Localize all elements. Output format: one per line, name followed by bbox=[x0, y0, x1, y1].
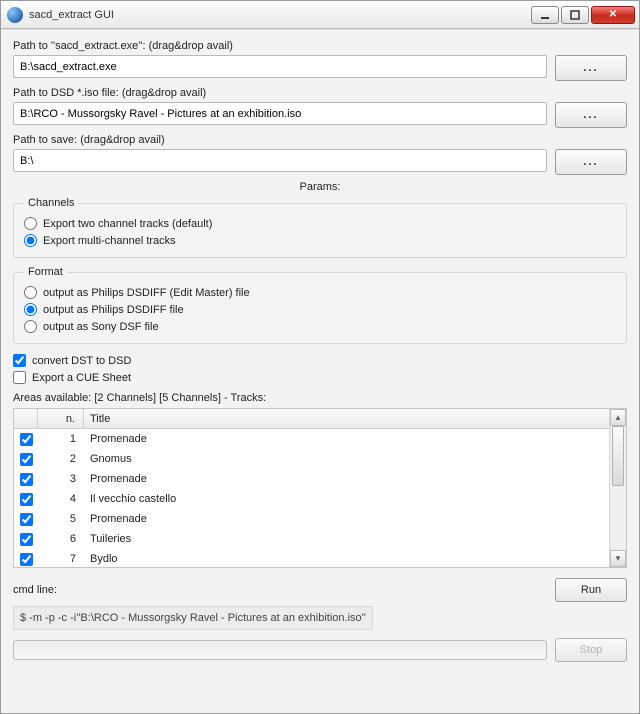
format-dsdiff-edit-row[interactable]: output as Philips DSDIFF (Edit Master) f… bbox=[24, 284, 616, 301]
table-row[interactable]: 7Bydlo bbox=[14, 549, 609, 567]
content: Path to ''sacd_extract.exe'': (drag&drop… bbox=[1, 29, 639, 713]
track-list-header: n. Title bbox=[14, 409, 609, 429]
cue-row[interactable]: Export a CUE Sheet bbox=[13, 369, 627, 386]
channels-multi-row[interactable]: Export multi-channel tracks bbox=[24, 232, 616, 249]
table-row[interactable]: 5Promenade bbox=[14, 509, 609, 529]
format-legend: Format bbox=[24, 266, 67, 278]
close-button[interactable]: ✕ bbox=[591, 6, 635, 24]
table-row[interactable]: 3Promenade bbox=[14, 469, 609, 489]
track-checkbox[interactable] bbox=[20, 553, 33, 566]
format-dsdiff-edit-label: output as Philips DSDIFF (Edit Master) f… bbox=[43, 287, 250, 299]
table-row[interactable]: 2Gnomus bbox=[14, 449, 609, 469]
track-title: Bydlo bbox=[84, 553, 609, 565]
track-title: Gnomus bbox=[84, 453, 609, 465]
format-dsf-label: output as Sony DSF file bbox=[43, 321, 159, 333]
format-dsdiff-radio[interactable] bbox=[24, 303, 37, 316]
scroll-up-button[interactable]: ▴ bbox=[610, 409, 626, 426]
track-checkbox[interactable] bbox=[20, 513, 33, 526]
exe-path-label: Path to ''sacd_extract.exe'': (drag&drop… bbox=[13, 40, 627, 52]
cmd-line-value: $ -m -p -c -i''B:\RCO - Mussorgsky Ravel… bbox=[13, 606, 373, 630]
track-list: n. Title 1Promenade2Gnomus3Promenade4Il … bbox=[13, 408, 627, 568]
format-dsdiff-row[interactable]: output as Philips DSDIFF file bbox=[24, 301, 616, 318]
track-number: 5 bbox=[38, 513, 84, 525]
track-checkbox[interactable] bbox=[20, 473, 33, 486]
save-path-label: Path to save: (drag&drop avail) bbox=[13, 134, 627, 146]
track-title: Tuileries bbox=[84, 533, 609, 545]
track-title: Promenade bbox=[84, 433, 609, 445]
format-group: Format output as Philips DSDIFF (Edit Ma… bbox=[13, 266, 627, 344]
areas-label: Areas available: [2 Channels] [5 Channel… bbox=[13, 392, 627, 404]
iso-path-input[interactable] bbox=[13, 102, 547, 125]
track-title: Il vecchio castello bbox=[84, 493, 609, 505]
progress-bar bbox=[13, 640, 547, 660]
channels-two-row[interactable]: Export two channel tracks (default) bbox=[24, 215, 616, 232]
col-n-header[interactable]: n. bbox=[38, 409, 84, 428]
channels-two-label: Export two channel tracks (default) bbox=[43, 218, 212, 230]
format-dsdiff-label: output as Philips DSDIFF file bbox=[43, 304, 184, 316]
scroll-down-button[interactable]: ▾ bbox=[610, 550, 626, 567]
channels-group: Channels Export two channel tracks (defa… bbox=[13, 197, 627, 258]
track-list-scrollbar[interactable]: ▴ ▾ bbox=[609, 409, 626, 567]
cue-label: Export a CUE Sheet bbox=[32, 372, 131, 384]
track-number: 7 bbox=[38, 553, 84, 565]
iso-path-label: Path to DSD *.iso file: (drag&drop avail… bbox=[13, 87, 627, 99]
format-dsf-radio[interactable] bbox=[24, 320, 37, 333]
format-dsf-row[interactable]: output as Sony DSF file bbox=[24, 318, 616, 335]
dst-to-dsd-row[interactable]: convert DST to DSD bbox=[13, 352, 627, 369]
params-header: Params: bbox=[13, 181, 627, 193]
dst-to-dsd-label: convert DST to DSD bbox=[32, 355, 131, 367]
dst-to-dsd-checkbox[interactable] bbox=[13, 354, 26, 367]
minimize-button[interactable] bbox=[531, 6, 559, 24]
track-number: 3 bbox=[38, 473, 84, 485]
app-window: sacd_extract GUI ✕ Path to ''sacd_extrac… bbox=[0, 0, 640, 714]
scroll-thumb[interactable] bbox=[612, 426, 624, 486]
iso-browse-button[interactable]: ... bbox=[555, 102, 627, 128]
col-title-header[interactable]: Title bbox=[84, 409, 609, 428]
exe-browse-button[interactable]: ... bbox=[555, 55, 627, 81]
stop-button[interactable]: Stop bbox=[555, 638, 627, 662]
track-number: 1 bbox=[38, 433, 84, 445]
table-row[interactable]: 4Il vecchio castello bbox=[14, 489, 609, 509]
format-dsdiff-edit-radio[interactable] bbox=[24, 286, 37, 299]
track-number: 2 bbox=[38, 453, 84, 465]
track-number: 4 bbox=[38, 493, 84, 505]
channels-multi-label: Export multi-channel tracks bbox=[43, 235, 176, 247]
app-icon bbox=[7, 7, 23, 23]
cmd-line-label: cmd line: bbox=[13, 584, 555, 596]
cue-checkbox[interactable] bbox=[13, 371, 26, 384]
table-row[interactable]: 6Tuileries bbox=[14, 529, 609, 549]
track-title: Promenade bbox=[84, 473, 609, 485]
track-checkbox[interactable] bbox=[20, 433, 33, 446]
table-row[interactable]: 1Promenade bbox=[14, 429, 609, 449]
close-icon: ✕ bbox=[609, 9, 617, 20]
track-checkbox[interactable] bbox=[20, 533, 33, 546]
channels-multi-radio[interactable] bbox=[24, 234, 37, 247]
track-checkbox[interactable] bbox=[20, 493, 33, 506]
save-path-input[interactable] bbox=[13, 149, 547, 172]
track-checkbox[interactable] bbox=[20, 453, 33, 466]
save-browse-button[interactable]: ... bbox=[555, 149, 627, 175]
minimize-icon bbox=[540, 10, 550, 20]
maximize-button[interactable] bbox=[561, 6, 589, 24]
maximize-icon bbox=[570, 10, 580, 20]
run-button[interactable]: Run bbox=[555, 578, 627, 602]
track-number: 6 bbox=[38, 533, 84, 545]
channels-two-radio[interactable] bbox=[24, 217, 37, 230]
channels-legend: Channels bbox=[24, 197, 78, 209]
exe-path-input[interactable] bbox=[13, 55, 547, 78]
track-title: Promenade bbox=[84, 513, 609, 525]
titlebar: sacd_extract GUI ✕ bbox=[1, 1, 639, 29]
window-title: sacd_extract GUI bbox=[29, 9, 529, 21]
